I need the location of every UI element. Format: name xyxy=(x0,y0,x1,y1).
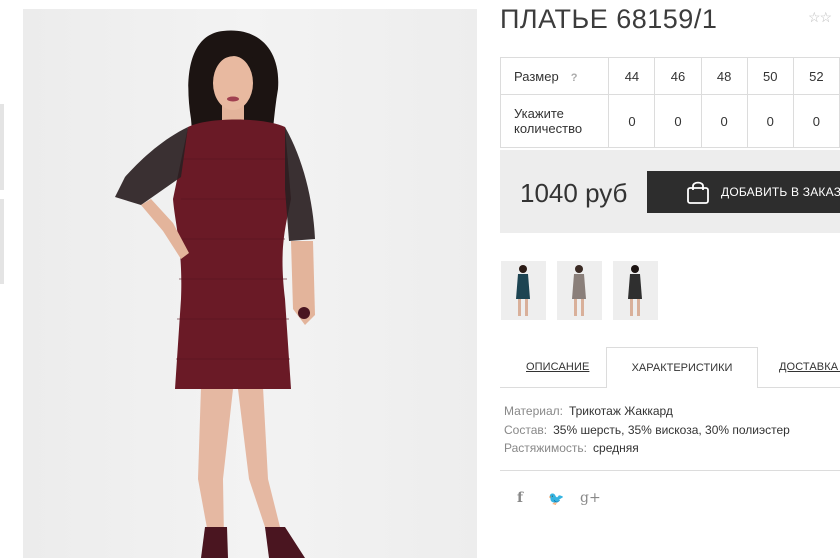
quantity-field[interactable]: 0 xyxy=(654,94,702,148)
spec-row: Состав: 35% шерсть, 35% вискоза, 30% поли… xyxy=(504,421,790,440)
googleplus-icon[interactable]: g+ xyxy=(580,490,601,506)
gallery-thumbnail[interactable] xyxy=(0,104,4,190)
tab-characteristics[interactable]: ХАРАКТЕРИСТИКИ xyxy=(606,347,758,388)
divider xyxy=(500,470,840,471)
quantity-field[interactable]: 0 xyxy=(608,94,656,148)
size-option: 52 xyxy=(792,57,840,95)
spec-value: 35% шерсть, 35% вискоза, 30% полиэстер xyxy=(553,422,790,437)
rating-stars-icon[interactable]: ☆☆ xyxy=(808,9,832,26)
product-tabs: ОПИСАНИЕ ХАРАКТЕРИСТИКИ ДОСТАВКА И xyxy=(500,347,840,388)
size-header-label: Размер xyxy=(514,68,559,84)
add-to-order-label: ДОБАВИТЬ В ЗАКАЗ xyxy=(721,185,840,199)
size-option: 44 xyxy=(608,57,656,95)
size-option: 46 xyxy=(654,57,702,95)
spec-key: Состав: xyxy=(504,422,548,437)
model-illustration xyxy=(115,30,315,558)
price: 1040 руб xyxy=(520,178,628,208)
quantity-field[interactable]: 0 xyxy=(700,94,748,148)
size-option: 48 xyxy=(700,57,748,95)
gallery-thumbnail[interactable] xyxy=(0,199,4,284)
size-option: 50 xyxy=(746,57,794,95)
variant-model-image xyxy=(628,265,642,316)
twitter-icon[interactable]: 🐦 xyxy=(548,492,564,507)
characteristics-list: Материал: Трикотаж Жаккард Состав: 35% шер… xyxy=(504,402,790,458)
quantity-field[interactable]: 0 xyxy=(792,94,840,148)
spec-key: Растяжимость: xyxy=(504,441,588,455)
size-header: Размер? xyxy=(499,57,610,95)
variant-model-image xyxy=(572,265,586,316)
shopping-bag-icon xyxy=(687,181,709,204)
quantity-label-line: Укажите xyxy=(514,106,564,121)
facebook-icon[interactable]: f xyxy=(517,490,523,506)
size-quantity-table: Размер? 44 46 48 50 52 Укажите количеств… xyxy=(499,57,840,148)
spec-row: Материал: Трикотаж Жаккард xyxy=(504,402,790,421)
variant-thumbnail[interactable] xyxy=(613,261,658,320)
tab-description[interactable]: ОПИСАНИЕ xyxy=(526,361,589,373)
size-help-icon[interactable]: ? xyxy=(571,72,578,84)
quantity-label: Укажите количество xyxy=(499,94,610,148)
spec-value: средняя xyxy=(593,441,639,455)
quantity-field[interactable]: 0 xyxy=(746,94,794,148)
variant-model-image xyxy=(516,265,530,316)
quantity-label-line: количество xyxy=(514,121,583,136)
spec-row: Растяжимость: средняя xyxy=(504,439,790,458)
tab-delivery[interactable]: ДОСТАВКА И xyxy=(779,361,840,373)
add-to-order-button[interactable]: ДОБАВИТЬ В ЗАКАЗ xyxy=(647,171,840,213)
product-title: ПЛАТЬЕ 68159/1 xyxy=(500,4,718,34)
product-photo[interactable] xyxy=(23,9,477,558)
spec-key: Материал: xyxy=(504,404,563,418)
spec-value: Трикотаж Жаккард xyxy=(568,404,673,418)
price-box: 1040 руб ДОБАВИТЬ В ЗАКАЗ xyxy=(500,150,840,233)
variant-thumbnail[interactable] xyxy=(557,261,602,320)
variant-thumbnail[interactable] xyxy=(501,261,546,320)
